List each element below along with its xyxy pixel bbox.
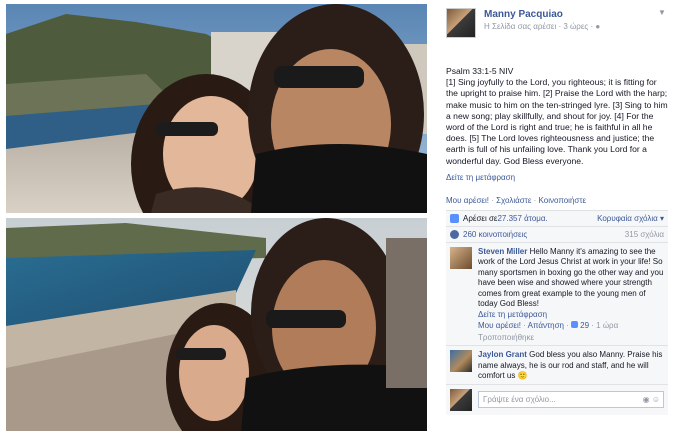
smile-emoji-icon: 🙂	[517, 371, 528, 381]
comment-translate-link[interactable]: Δείτε τη μετάφραση	[478, 310, 547, 319]
comment-edited[interactable]: Τροποποιήθηκε	[478, 333, 664, 344]
comment-input[interactable]: Γράψτε ένα σχόλιο... ◉ ☺	[478, 391, 664, 409]
shares-link[interactable]: 260 κοινοποιήσεις	[463, 230, 527, 239]
comment-time[interactable]: 1 ώρα	[596, 321, 618, 330]
commenter-name[interactable]: Jaylon Grant	[478, 350, 527, 359]
engagement-box: Αρέσει σε 27.357 άτομα. Κορυφαία σχόλια …	[446, 209, 668, 415]
author-name[interactable]: Manny Pacquiao	[484, 8, 600, 21]
post-text: Psalm 33:1-5 NIV [1] Sing joyfully to th…	[446, 66, 668, 167]
chevron-down-icon[interactable]: ▼	[658, 8, 668, 17]
comments-count: 315 σχόλια	[624, 229, 664, 239]
comment: Jaylon Grant God bless you also Manny. P…	[446, 346, 668, 385]
commenter-avatar[interactable]	[450, 246, 472, 269]
comment-like-link[interactable]: Μου αρέσει!	[478, 321, 521, 330]
top-comments-dropdown[interactable]: Κορυφαία σχόλια ▾	[597, 214, 664, 223]
thumbs-up-icon	[571, 321, 579, 329]
post-photo-1[interactable]	[6, 4, 427, 213]
post-meta: Η Σελίδα σας αρέσει · 3 ώρες ·	[484, 22, 596, 31]
shares-row: 260 κοινοποιήσεις 315 σχόλια	[446, 227, 668, 243]
viewer-avatar	[450, 388, 472, 411]
post-photo-2[interactable]	[6, 218, 427, 431]
post-header: Manny Pacquiao Η Σελίδα σας αρέσει · 3 ώ…	[446, 8, 668, 42]
camera-icon[interactable]: ◉	[643, 395, 650, 404]
like-link[interactable]: Μου αρέσει!	[446, 196, 489, 205]
comment-likes-count[interactable]: 29	[580, 321, 589, 330]
selfie-photo-beach-1	[6, 4, 427, 213]
commenter-avatar[interactable]	[450, 350, 472, 373]
thumbs-up-icon	[450, 213, 459, 223]
globe-icon: ●	[595, 22, 601, 31]
commenter-name[interactable]: Steven Miller	[478, 247, 527, 256]
selfie-photo-beach-2	[6, 218, 427, 431]
see-translation-link[interactable]: Δείτε τη μετάφραση	[446, 173, 515, 182]
comment: Steven Miller Hello Manny it's amazing t…	[446, 242, 668, 347]
comment-link[interactable]: Σχολιάστε	[496, 196, 531, 205]
post-verse-ref: Psalm 33:1-5 NIV	[446, 66, 514, 76]
post-actions: Μου αρέσει! · Σχολιάστε · Κοινοποιήστε	[446, 195, 587, 205]
likes-prefix: Αρέσει σε	[463, 213, 498, 223]
share-link[interactable]: Κοινοποιήστε	[539, 196, 587, 205]
share-icon	[450, 229, 459, 239]
author-avatar[interactable]	[446, 8, 476, 38]
comment-text: Hello Manny it's amazing to see the work…	[478, 246, 664, 309]
likes-count-link[interactable]: 27.357 άτομα.	[497, 214, 547, 223]
post-body: [1] Sing joyfully to the Lord, you right…	[446, 77, 668, 166]
post-sidebar: Manny Pacquiao Η Σελίδα σας αρέσει · 3 ώ…	[446, 8, 668, 415]
likes-row: Αρέσει σε 27.357 άτομα. Κορυφαία σχόλια …	[446, 211, 668, 227]
comment-composer: Γράψτε ένα σχόλιο... ◉ ☺	[446, 384, 668, 415]
comment-reply-link[interactable]: Απάντηση	[528, 321, 564, 330]
emoji-icon[interactable]: ☺	[652, 395, 660, 404]
